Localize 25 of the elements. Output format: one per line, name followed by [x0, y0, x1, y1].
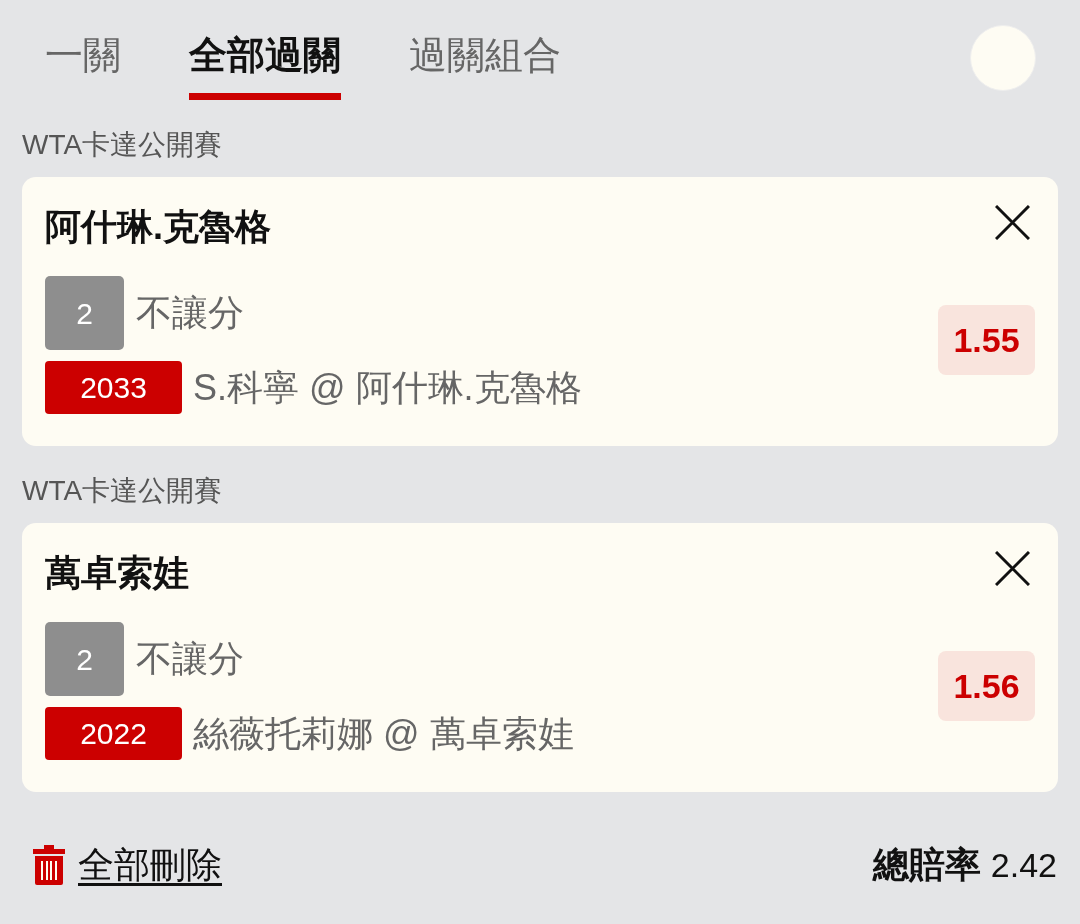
pick-tag: 2	[45, 622, 124, 696]
close-button[interactable]	[995, 205, 1030, 240]
tab[interactable]: 一關	[45, 0, 121, 100]
selection-title: 萬卓索娃	[45, 553, 189, 593]
total-odds-label: 總賠率	[872, 843, 981, 887]
market-text: 不讓分	[136, 291, 244, 335]
tab[interactable]: 過關組合	[409, 0, 561, 100]
match-number-tag: 2033	[45, 361, 182, 414]
close-icon	[995, 551, 1030, 586]
selection-title: 阿什琳.克魯格	[45, 207, 271, 247]
odds-value[interactable]: 1.55	[938, 305, 1035, 375]
pick-tag: 2	[45, 276, 124, 350]
competition-label: WTA卡達公開賽	[22, 475, 223, 506]
match-text: 絲薇托莉娜 @ 萬卓索娃	[193, 711, 574, 756]
competition-label: WTA卡達公開賽	[22, 129, 223, 160]
tab[interactable]: 全部過關	[189, 0, 341, 100]
match-text: S.科寧 @ 阿什琳.克魯格	[193, 365, 582, 410]
trash-icon	[32, 844, 66, 886]
match-number-tag: 2022	[45, 707, 182, 760]
odds-value[interactable]: 1.56	[938, 651, 1035, 721]
close-button[interactable]	[995, 551, 1030, 586]
market-text: 不讓分	[136, 637, 244, 681]
total-odds-value: 2.42	[990, 845, 1057, 886]
delete-all-button[interactable]: 全部刪除	[32, 843, 222, 887]
close-icon	[995, 205, 1030, 240]
